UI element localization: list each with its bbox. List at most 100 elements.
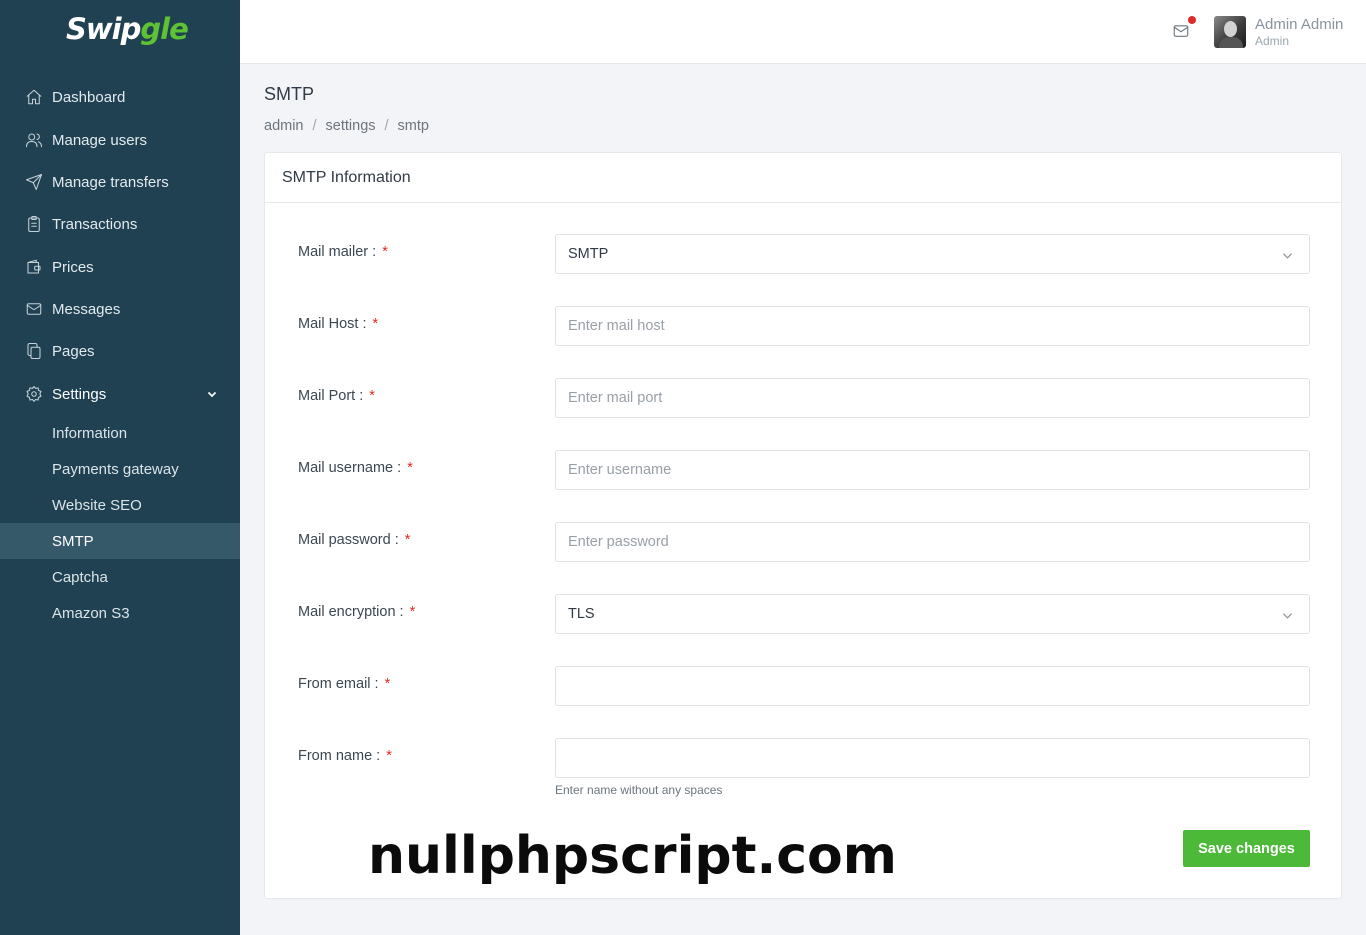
- mail-username-field[interactable]: [555, 450, 1310, 490]
- sidebar-item-settings[interactable]: Settings: [0, 374, 240, 414]
- mail-mailer-label: Mail mailer : *: [298, 244, 388, 260]
- sidebar-subitem-label: Captcha: [52, 568, 108, 586]
- sidebar-item-label: Manage users: [52, 131, 148, 149]
- sidebar-subitem-captcha[interactable]: Captcha: [0, 559, 240, 595]
- sidebar-item-label: Settings: [52, 385, 107, 403]
- sidebar-item-manage-transfers[interactable]: Manage transfers: [0, 162, 240, 202]
- avatar[interactable]: [1214, 16, 1246, 48]
- sidebar-item-label: Transactions: [52, 215, 138, 233]
- required-marker: *: [372, 316, 379, 332]
- avatar-body: [1219, 37, 1243, 48]
- from-email-input[interactable]: [568, 667, 1309, 705]
- breadcrumb-item-settings[interactable]: settings: [326, 118, 376, 134]
- sidebar-item-label: Messages: [52, 300, 121, 318]
- mail-password-label: Mail password : *: [298, 532, 410, 548]
- brand-logo-part2: gle: [140, 12, 188, 46]
- sidebar-subitem-amazon-s3[interactable]: Amazon S3: [0, 595, 240, 631]
- user-role: Admin: [1255, 34, 1290, 48]
- card-title: SMTP Information: [265, 153, 1341, 203]
- user-name[interactable]: Admin Admin: [1255, 16, 1343, 33]
- required-marker: *: [404, 532, 411, 548]
- mail-host-field[interactable]: [555, 306, 1310, 346]
- topbar: Admin Admin Admin: [240, 0, 1366, 64]
- required-marker: *: [409, 604, 416, 620]
- sidebar-item-manage-users[interactable]: Manage users: [0, 120, 240, 160]
- mail-password-field[interactable]: [555, 522, 1310, 562]
- mail-username-label: Mail username : *: [298, 460, 413, 476]
- sidebar-item-label: Dashboard: [52, 88, 126, 106]
- mail-encryption-select[interactable]: TLS: [555, 594, 1310, 634]
- from-name-field[interactable]: [555, 738, 1310, 778]
- mail-port-field[interactable]: [555, 378, 1310, 418]
- mail-mailer-select[interactable]: SMTP: [555, 234, 1310, 274]
- mail-encryption-value: TLS: [568, 606, 595, 622]
- chevron-down-icon: [1282, 249, 1293, 260]
- from-name-help-text: Enter name without any spaces: [555, 783, 723, 797]
- from-email-label-text: From email :: [298, 676, 379, 692]
- breadcrumb-item-smtp: smtp: [397, 118, 429, 134]
- mail-host-label-text: Mail Host :: [298, 316, 367, 332]
- sidebar-subitem-smtp[interactable]: SMTP: [0, 523, 240, 559]
- mail-port-label-text: Mail Port :: [298, 388, 364, 404]
- sidebar-subitem-label: Website SEO: [52, 496, 142, 514]
- mail-encryption-label-text: Mail encryption :: [298, 604, 404, 620]
- sidebar-item-messages[interactable]: Messages: [0, 289, 240, 329]
- mail-port-label: Mail Port : *: [298, 388, 375, 404]
- chevron-down-icon: [1282, 609, 1293, 620]
- sidebar-item-transactions[interactable]: Transactions: [0, 204, 240, 244]
- wallet-icon: [25, 258, 43, 276]
- sidebar-subitem-website-seo[interactable]: Website SEO: [0, 487, 240, 523]
- mail-host-label: Mail Host : *: [298, 316, 378, 332]
- from-name-label: From name : *: [298, 748, 392, 764]
- copy-icon: [25, 342, 43, 360]
- required-marker: *: [382, 244, 388, 260]
- mail-host-input[interactable]: [568, 307, 1309, 345]
- sidebar: Swipgle Dashboard Manage users Manage tr…: [0, 0, 240, 935]
- sidebar-item-label: Prices: [52, 258, 94, 276]
- sidebar-item-label: Pages: [52, 342, 95, 360]
- sidebar-subitem-label: Payments gateway: [52, 460, 179, 478]
- breadcrumb-item-admin[interactable]: admin: [264, 118, 304, 134]
- notification-dot: [1188, 16, 1196, 24]
- sidebar-subitem-label: SMTP: [52, 532, 94, 550]
- breadcrumb-separator: /: [312, 118, 317, 134]
- breadcrumb-separator: /: [384, 118, 389, 134]
- required-marker: *: [386, 748, 392, 764]
- gear-icon: [25, 385, 43, 403]
- mail-password-input[interactable]: [568, 523, 1309, 561]
- smtp-card: SMTP Information Mail mailer : * SMTP Ma…: [264, 152, 1342, 899]
- brand-logo-part1: Swip: [66, 12, 141, 46]
- sidebar-item-dashboard[interactable]: Dashboard: [0, 77, 240, 117]
- brand-logo[interactable]: Swipgle: [66, 12, 189, 46]
- required-marker: *: [369, 388, 375, 404]
- required-marker: *: [407, 460, 413, 476]
- watermark-text: nullphpscript.com: [368, 826, 897, 886]
- from-name-label-text: From name :: [298, 748, 381, 764]
- clipboard-icon: [25, 215, 43, 233]
- from-name-input[interactable]: [568, 739, 1309, 777]
- sidebar-item-prices[interactable]: Prices: [0, 247, 240, 287]
- from-email-field[interactable]: [555, 666, 1310, 706]
- save-changes-button[interactable]: Save changes: [1183, 830, 1310, 867]
- mail-mailer-value: SMTP: [568, 246, 609, 262]
- users-icon: [25, 131, 43, 149]
- home-icon: [25, 88, 43, 106]
- sidebar-subitem-label: Amazon S3: [52, 604, 130, 622]
- sidebar-subitem-payments-gateway[interactable]: Payments gateway: [0, 451, 240, 487]
- sidebar-subitem-information[interactable]: Information: [0, 415, 240, 451]
- mail-password-label-text: Mail password :: [298, 532, 399, 548]
- chevron-down-icon: [206, 387, 218, 399]
- mail-mailer-label-text: Mail mailer :: [298, 244, 377, 260]
- sidebar-item-pages[interactable]: Pages: [0, 331, 240, 371]
- mail-username-input[interactable]: [568, 451, 1309, 489]
- mail-port-input[interactable]: [568, 379, 1309, 417]
- mail-icon: [25, 300, 43, 318]
- required-marker: *: [384, 676, 391, 692]
- mail-username-label-text: Mail username :: [298, 460, 402, 476]
- avatar-face: [1224, 21, 1237, 37]
- mail-encryption-label: Mail encryption : *: [298, 604, 415, 620]
- messages-mail-icon[interactable]: [1172, 22, 1192, 42]
- sidebar-item-label: Manage transfers: [52, 173, 169, 191]
- breadcrumb: admin / settings / smtp: [264, 118, 429, 134]
- sidebar-subitem-label: Information: [52, 424, 128, 442]
